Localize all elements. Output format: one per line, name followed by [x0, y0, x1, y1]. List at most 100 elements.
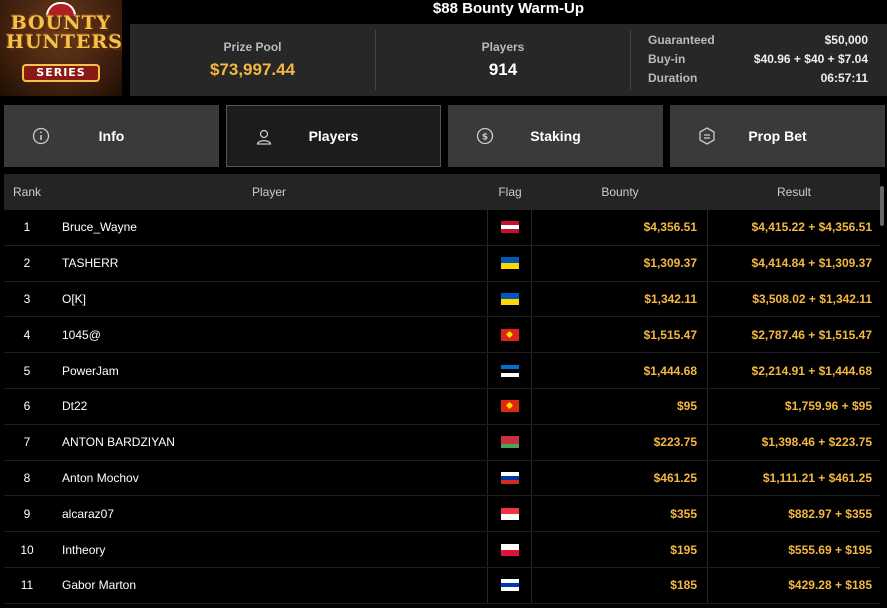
bounty-hunters-logo: BOUNTY HUNTERS SERIES: [0, 0, 122, 96]
row-result: $1,759.96 + $95: [784, 399, 872, 414]
country-flag-icon: [500, 364, 519, 377]
prize-pool-value: $73,997.44: [209, 60, 296, 79]
tournament-summary: Prize Pool $73,997.44 Players 914 Guaran…: [130, 24, 887, 96]
row-bounty: $355: [532, 496, 708, 532]
row-result: $555.69 + $195: [788, 542, 872, 557]
row-flag: [488, 567, 532, 603]
row-rank: 4: [23, 327, 31, 342]
row-player-name[interactable]: 1045@: [50, 317, 488, 353]
country-flag-icon: [500, 292, 519, 305]
country-flag-icon: [500, 436, 519, 449]
country-flag-icon: [500, 507, 519, 520]
row-player-name[interactable]: PowerJam: [50, 353, 488, 388]
header-rank[interactable]: Rank: [4, 185, 50, 199]
row-rank: 10: [20, 542, 34, 557]
svg-text:$: $: [482, 133, 488, 143]
row-flag: [488, 424, 532, 460]
tab-info-label: Info: [98, 128, 125, 144]
tournament-details: Guaranteed $50,000 Buy-in $40.96 + $40 +…: [648, 34, 868, 91]
row-rank: 8: [23, 470, 31, 485]
country-flag-icon: [500, 221, 519, 234]
detail-buyin: Buy-in $40.96 + $40 + $7.04: [648, 53, 868, 72]
logo-line-2: HUNTERS: [6, 31, 122, 53]
country-flag-icon: [500, 471, 519, 484]
players-value: 914: [488, 60, 518, 79]
tab-info[interactable]: Info: [4, 105, 219, 167]
row-bounty: $1,342.11: [532, 281, 708, 317]
table-row[interactable]: 11 Gabor Marton $185 $429.28 + $185: [4, 567, 880, 604]
row-flag: [488, 210, 532, 245]
table-row[interactable]: 1 Bruce_Wayne $4,356.51 $4,415.22 + $4,356.…: [4, 210, 880, 246]
row-bounty: $4,356.51: [532, 210, 708, 245]
info-icon: [32, 127, 50, 145]
row-flag: [488, 353, 532, 388]
user-icon: [256, 129, 272, 145]
row-bounty: $461.25: [532, 460, 708, 496]
staking-icon: $: [476, 127, 494, 145]
summary-divider: [630, 30, 631, 90]
row-flag: [488, 496, 532, 532]
row-flag: [488, 388, 532, 424]
row-flag: [488, 317, 532, 353]
row-bounty: $95: [532, 388, 708, 424]
table-header: Rank Player Flag Bounty Result: [4, 174, 880, 210]
detail-duration: Duration 06:57:11: [648, 72, 868, 91]
country-flag-icon: [500, 400, 519, 413]
row-player-name[interactable]: alcaraz07: [50, 496, 488, 532]
tab-players-label: Players: [308, 128, 359, 144]
players-table: Rank Player Flag Bounty Result 1 Bruce_Wa…: [4, 174, 880, 604]
table-row[interactable]: 2 TASHERR $1,309.37 $4,414.84 + $1,309.37: [4, 245, 880, 282]
table-row[interactable]: 6 Dt22 $95 $1,759.96 + $95: [4, 388, 880, 425]
table-row[interactable]: 10 Intheory $195 $555.69 + $195: [4, 532, 880, 568]
row-flag: [488, 281, 532, 317]
detail-value: 06:57:11: [820, 71, 868, 85]
detail-label: Guaranteed: [648, 33, 715, 47]
row-bounty: $1,309.37: [532, 245, 708, 281]
tab-prop-bet[interactable]: Prop Bet: [670, 105, 885, 167]
row-player-name[interactable]: Dt22: [50, 388, 488, 424]
table-row[interactable]: 8 Anton Mochov $461.25 $1,111.21 + $461.25: [4, 460, 880, 497]
row-player-name[interactable]: O[K]: [50, 281, 488, 317]
table-scrollbar[interactable]: [880, 186, 884, 226]
tournament-title: $88 Bounty Warm-Up: [432, 0, 585, 17]
header-result[interactable]: Result: [708, 174, 880, 210]
players-label: Players: [481, 40, 525, 54]
row-player-name[interactable]: Bruce_Wayne: [50, 210, 488, 245]
row-player-name[interactable]: ANTON BARDZIYAN: [50, 424, 488, 460]
logo-text: BOUNTY HUNTERS: [6, 14, 122, 53]
tab-players[interactable]: Players: [226, 105, 441, 167]
row-bounty: $1,515.47: [532, 317, 708, 353]
country-flag-icon: [500, 328, 519, 341]
row-player-name[interactable]: Intheory: [50, 532, 488, 567]
row-player-name[interactable]: Anton Mochov: [50, 460, 488, 496]
row-rank: 5: [23, 363, 31, 378]
detail-value: $40.96 + $40 + $7.04: [753, 52, 868, 66]
row-bounty: $223.75: [532, 424, 708, 460]
country-flag-icon: [500, 543, 519, 556]
row-player-name[interactable]: Gabor Marton: [50, 567, 488, 603]
row-flag: [488, 245, 532, 281]
prize-pool-label: Prize Pool: [223, 40, 282, 54]
table-row[interactable]: 4 1045@ $1,515.47 $2,787.46 + $1,515.47: [4, 317, 880, 354]
row-rank: 9: [23, 506, 31, 521]
row-bounty: $1,444.68: [532, 353, 708, 388]
header-flag[interactable]: Flag: [488, 174, 532, 210]
tab-staking[interactable]: $ Staking: [448, 105, 663, 167]
row-flag: [488, 460, 532, 496]
table-row[interactable]: 7 ANTON BARDZIYAN $223.75 $1,398.46 + $223.…: [4, 424, 880, 461]
row-result: $3,508.02 + $1,342.11: [752, 291, 872, 306]
row-result: $1,111.21 + $461.25: [762, 470, 872, 485]
prop-bet-icon: [699, 127, 715, 145]
table-row[interactable]: 9 alcaraz07 $355 $882.97 + $355: [4, 496, 880, 533]
header-bounty[interactable]: Bounty: [532, 174, 708, 210]
table-row[interactable]: 3 O[K] $1,342.11 $3,508.02 + $1,342.11: [4, 281, 880, 318]
row-rank: 6: [23, 399, 31, 414]
table-row[interactable]: 5 PowerJam $1,444.68 $2,214.91 + $1,444.68: [4, 353, 880, 389]
detail-label: Duration: [648, 71, 698, 85]
country-flag-icon: [500, 257, 519, 270]
row-result: $882.97 + $355: [788, 506, 872, 521]
row-player-name[interactable]: TASHERR: [50, 245, 488, 281]
tab-prop-bet-label: Prop Bet: [748, 128, 807, 144]
row-rank: 2: [23, 256, 31, 271]
header-player[interactable]: Player: [50, 174, 488, 210]
